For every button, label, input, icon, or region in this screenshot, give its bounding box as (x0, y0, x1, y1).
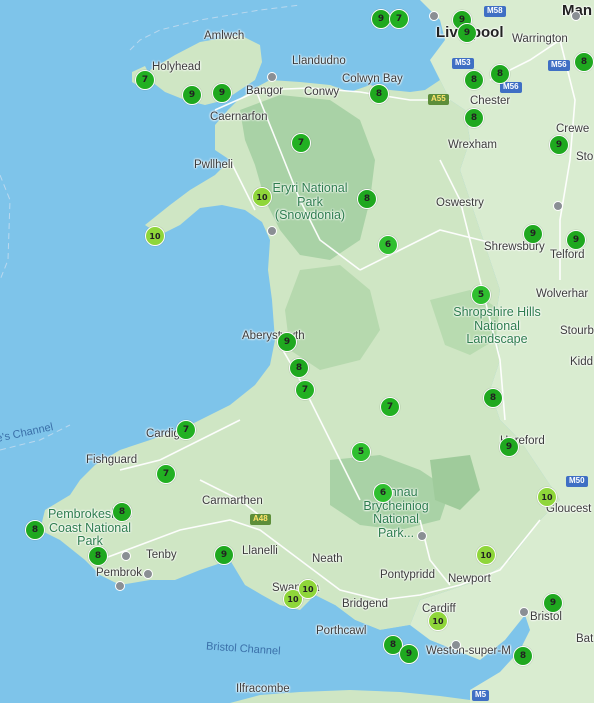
label-holyhead: Holyhead (152, 61, 201, 73)
rating-marker[interactable]: 9 (523, 224, 543, 244)
label-bath: Bat (576, 633, 594, 645)
rating-marker[interactable]: 10 (252, 187, 272, 207)
label-fishguard: Fishguard (86, 454, 138, 466)
rating-marker[interactable]: 8 (483, 388, 503, 408)
label-conwy: Conwy (304, 86, 340, 98)
rating-marker[interactable]: 9 (549, 135, 569, 155)
poi-dot[interactable] (267, 72, 277, 82)
rating-marker[interactable]: 8 (490, 64, 510, 84)
label-llanelli: Llanelli (242, 545, 278, 557)
poi-dot[interactable] (519, 607, 529, 617)
label-shrewsbury: Shrewsbury (484, 241, 545, 253)
rating-marker[interactable]: 7 (380, 397, 400, 417)
rating-marker[interactable]: 8 (25, 520, 45, 540)
rating-marker[interactable]: 7 (295, 380, 315, 400)
rating-marker[interactable]: 8 (357, 189, 377, 209)
shield-m56: M56 (500, 82, 522, 93)
label-stoke: Sto (576, 151, 594, 163)
label-wrexham: Wrexham (448, 139, 497, 151)
label-park-eryri: Eryri National Park (Snowdonia) (272, 181, 348, 222)
label-kidderminster: Kidd (570, 356, 594, 368)
rating-marker[interactable]: 7 (291, 133, 311, 153)
label-gloucester: Gloucest (546, 503, 592, 515)
poi-dot[interactable] (267, 226, 277, 236)
label-bridgend: Bridgend (342, 598, 389, 610)
rating-marker[interactable]: 10 (476, 545, 496, 565)
rating-marker[interactable]: 9 (371, 9, 391, 29)
label-weston: Weston-super-M (426, 645, 511, 657)
shield-a55: A55 (428, 94, 449, 105)
rating-marker[interactable]: 5 (351, 442, 371, 462)
label-porthcawl: Porthcawl (316, 625, 367, 637)
label-carmarthen: Carmarthen (202, 495, 263, 507)
rating-marker[interactable]: 10 (145, 226, 165, 246)
rating-marker[interactable]: 9 (457, 23, 477, 43)
rating-marker[interactable]: 9 (182, 85, 202, 105)
rating-marker[interactable]: 7 (156, 464, 176, 484)
poi-dot[interactable] (115, 581, 125, 591)
label-telford: Telford (550, 249, 585, 261)
rating-marker[interactable]: 7 (176, 420, 196, 440)
label-oswestry: Oswestry (436, 197, 484, 209)
rating-marker[interactable]: 10 (428, 611, 448, 631)
rating-marker[interactable]: 6 (373, 483, 393, 503)
rating-marker[interactable]: 8 (513, 646, 533, 666)
label-bangor: Bangor (246, 85, 284, 97)
rating-marker[interactable]: 9 (566, 230, 586, 250)
rating-marker[interactable]: 9 (399, 644, 419, 664)
label-chester: Chester (470, 95, 511, 107)
rating-marker[interactable]: 10 (537, 487, 557, 507)
shield-m58: M58 (484, 6, 506, 17)
rating-marker[interactable]: 9 (499, 437, 519, 457)
rating-marker[interactable]: 9 (277, 332, 297, 352)
label-stourbridge: Stourb (560, 325, 594, 337)
rating-marker[interactable]: 5 (471, 285, 491, 305)
rating-marker[interactable]: 7 (389, 9, 409, 29)
label-neath: Neath (312, 553, 343, 565)
poi-dot[interactable] (121, 551, 131, 561)
rating-marker[interactable]: 8 (88, 546, 108, 566)
poi-dot[interactable] (571, 11, 581, 21)
poi-dot[interactable] (429, 11, 439, 21)
label-cardigan: Cardig (146, 428, 180, 440)
map-view[interactable]: Liverpool Warrington Man Chester Crewe S… (0, 0, 594, 703)
rating-marker[interactable]: 9 (214, 545, 234, 565)
rating-marker[interactable]: 8 (369, 84, 389, 104)
shield-m5: M5 (472, 690, 490, 701)
label-pontypridd: Pontypridd (380, 569, 435, 581)
poi-dot[interactable] (451, 640, 461, 650)
label-park-shropshire: Shropshire Hills National Landscape (453, 305, 541, 346)
rating-marker[interactable]: 6 (378, 235, 398, 255)
rating-marker[interactable]: 8 (464, 108, 484, 128)
label-ilfracombe: Ilfracombe (236, 683, 290, 695)
rating-marker[interactable]: 7 (135, 70, 155, 90)
label-caernarfon: Caernarfon (210, 111, 268, 123)
label-bristol: Bristol (530, 611, 562, 623)
label-llandudno: Llandudno (292, 55, 346, 67)
rating-marker[interactable]: 8 (112, 502, 132, 522)
label-newport: Newport (448, 573, 491, 585)
rating-marker[interactable]: 10 (298, 579, 318, 599)
label-warrington: Warrington (512, 33, 568, 45)
shield-m56b: M56 (548, 60, 570, 71)
shield-a48: A48 (250, 514, 271, 525)
label-crewe: Crewe (556, 123, 590, 135)
rating-marker[interactable]: 8 (289, 358, 309, 378)
label-wolverhampton: Wolverhar (536, 288, 589, 300)
shield-m50: M50 (566, 476, 588, 487)
rating-marker[interactable]: 9 (212, 83, 232, 103)
poi-dot[interactable] (143, 569, 153, 579)
poi-dot[interactable] (417, 531, 427, 541)
label-pwllheli: Pwllheli (194, 159, 233, 171)
label-tenby: Tenby (146, 549, 177, 561)
rating-marker[interactable]: 9 (543, 593, 563, 613)
rating-marker[interactable]: 8 (464, 70, 484, 90)
label-pembroke: Pembrok (96, 567, 143, 579)
rating-marker[interactable]: 8 (574, 52, 594, 72)
label-amlwch: Amlwch (204, 30, 245, 42)
poi-dot[interactable] (553, 201, 563, 211)
label-colwyn-bay: Colwyn Bay (342, 73, 403, 85)
shield-m53: M53 (452, 58, 474, 69)
